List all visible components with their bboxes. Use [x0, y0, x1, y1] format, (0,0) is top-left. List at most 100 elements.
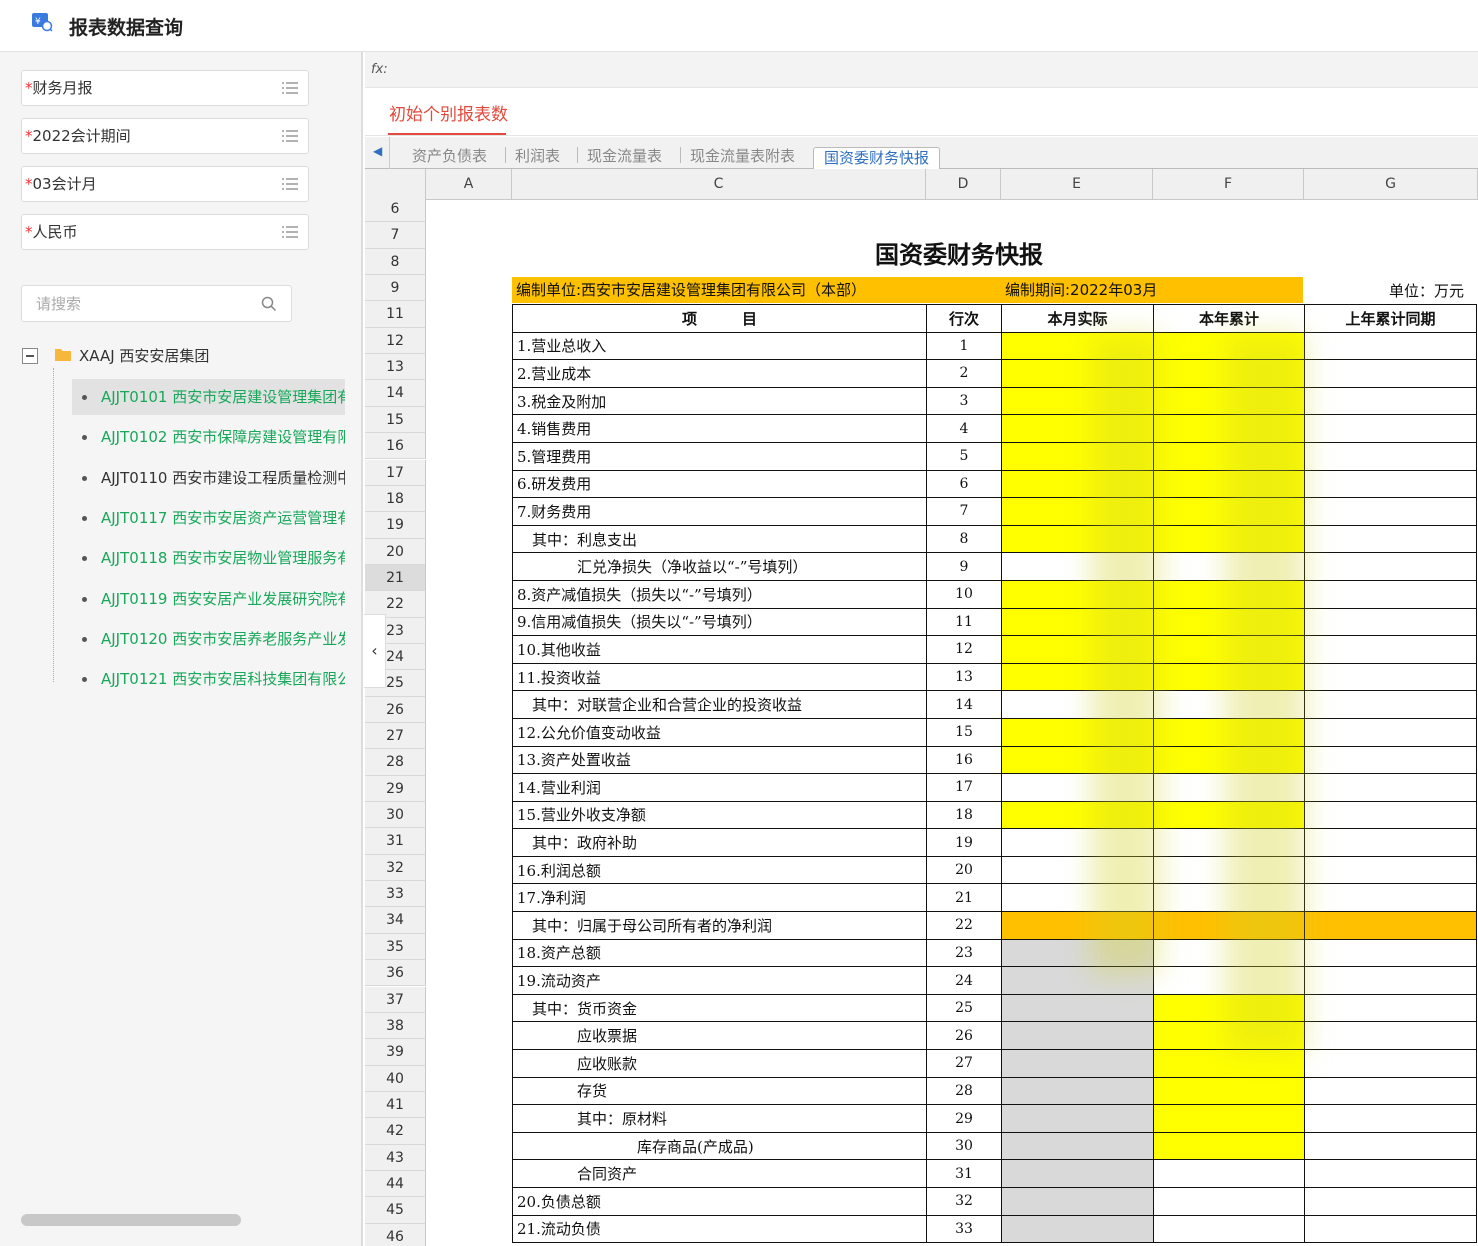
prior-ytd-cell[interactable]: [1304, 1214, 1477, 1244]
item-cell[interactable]: 20.负债总额: [512, 1187, 927, 1216]
item-cell[interactable]: 合同资产: [512, 1159, 927, 1188]
line-no-cell[interactable]: 3: [926, 386, 1002, 416]
item-cell[interactable]: 3.税金及附加: [512, 386, 927, 416]
item-cell[interactable]: 6.研发费用: [512, 469, 927, 499]
sheet-tab[interactable]: 资产负债表: [412, 145, 487, 166]
prior-ytd-cell[interactable]: [1304, 386, 1477, 416]
line-no-cell[interactable]: 31: [926, 1159, 1002, 1188]
column-header[interactable]: G: [1304, 169, 1478, 200]
line-no-cell[interactable]: 15: [926, 717, 1002, 747]
prior-ytd-cell[interactable]: [1304, 552, 1477, 581]
prior-ytd-cell[interactable]: [1304, 690, 1477, 719]
item-cell[interactable]: 库存商品(产成品): [512, 1131, 927, 1161]
current-month-cell[interactable]: [1001, 1049, 1154, 1078]
item-cell[interactable]: 21.流动负债: [512, 1214, 927, 1244]
column-header[interactable]: E: [1001, 169, 1153, 200]
formula-bar[interactable]: fx:: [365, 52, 1478, 88]
param-select[interactable]: *人民币: [21, 214, 309, 250]
line-no-cell[interactable]: 24: [926, 966, 1002, 995]
line-no-cell[interactable]: 11: [926, 607, 1002, 637]
current-month-cell[interactable]: [1001, 1187, 1154, 1216]
sheet-tab[interactable]: 现金流量表: [587, 145, 662, 166]
row-header[interactable]: 27: [365, 723, 426, 750]
row-header[interactable]: 44: [365, 1170, 426, 1198]
row-header[interactable]: 34: [365, 907, 426, 934]
line-no-cell[interactable]: 8: [926, 524, 1002, 554]
line-no-cell[interactable]: 7: [926, 497, 1002, 526]
row-header[interactable]: 39: [365, 1039, 426, 1066]
line-no-cell[interactable]: 29: [926, 1104, 1002, 1133]
line-no-cell[interactable]: 32: [926, 1187, 1002, 1216]
line-no-cell[interactable]: 1: [926, 331, 1002, 361]
row-header[interactable]: 45: [365, 1197, 426, 1224]
tree-item[interactable]: AJJT0102 西安市保障房建设管理有限公司: [72, 419, 345, 455]
tree-item[interactable]: AJJT0118 西安市安居物业管理服务有限公司: [72, 540, 345, 576]
item-cell[interactable]: 18.资产总额: [512, 938, 927, 968]
line-no-cell[interactable]: 28: [926, 1076, 1002, 1106]
row-header[interactable]: 16: [365, 433, 426, 460]
tree-item[interactable]: AJJT0117 西安市安居资产运营管理有限公司: [72, 500, 345, 536]
param-select[interactable]: *财务月报: [21, 70, 309, 106]
param-select[interactable]: *03会计月: [21, 166, 309, 202]
row-header[interactable]: 6: [365, 196, 426, 223]
item-cell[interactable]: 4.销售费用: [512, 414, 927, 443]
item-cell[interactable]: 应收票据: [512, 1021, 927, 1051]
row-header[interactable]: 8: [365, 248, 426, 276]
item-cell[interactable]: 其中：归属于母公司所有者的净利润: [512, 911, 927, 940]
search-icon[interactable]: [261, 296, 277, 312]
row-header[interactable]: 21: [365, 564, 426, 592]
prior-ytd-cell[interactable]: [1304, 883, 1477, 913]
prior-ytd-cell[interactable]: [1304, 1131, 1477, 1161]
list-icon[interactable]: [282, 178, 298, 190]
row-header[interactable]: 12: [365, 327, 426, 355]
list-icon[interactable]: [282, 130, 298, 142]
search-input[interactable]: [22, 286, 242, 321]
prior-ytd-cell[interactable]: [1304, 717, 1477, 747]
horizontal-scrollbar[interactable]: [21, 1214, 241, 1226]
line-no-cell[interactable]: 30: [926, 1131, 1002, 1161]
ytd-cell[interactable]: [1153, 1131, 1305, 1161]
line-no-cell[interactable]: 10: [926, 579, 1002, 609]
column-header[interactable]: F: [1153, 169, 1304, 200]
prior-ytd-cell[interactable]: [1304, 497, 1477, 526]
prior-ytd-cell[interactable]: [1304, 828, 1477, 857]
item-cell[interactable]: 应收账款: [512, 1049, 927, 1078]
line-no-cell[interactable]: 26: [926, 1021, 1002, 1051]
item-cell[interactable]: 1.营业总收入: [512, 331, 927, 361]
row-header[interactable]: 17: [365, 459, 426, 486]
search-box[interactable]: [21, 285, 292, 322]
line-no-cell[interactable]: 9: [926, 552, 1002, 581]
column-header[interactable]: A: [426, 169, 512, 200]
item-cell[interactable]: 14.营业利润: [512, 773, 927, 802]
current-month-cell[interactable]: [1001, 1159, 1154, 1188]
item-cell[interactable]: 17.净利润: [512, 883, 927, 913]
line-no-cell[interactable]: 14: [926, 690, 1002, 719]
prior-ytd-cell[interactable]: [1304, 800, 1477, 830]
line-no-cell[interactable]: 18: [926, 800, 1002, 830]
prior-ytd-cell[interactable]: [1304, 662, 1477, 692]
line-no-cell[interactable]: 13: [926, 662, 1002, 692]
prior-ytd-cell[interactable]: [1304, 745, 1477, 775]
row-header[interactable]: 38: [365, 1012, 426, 1040]
item-cell[interactable]: 16.利润总额: [512, 855, 927, 885]
prior-ytd-cell[interactable]: [1304, 331, 1477, 361]
line-no-cell[interactable]: 27: [926, 1049, 1002, 1078]
item-cell[interactable]: 其中：货币资金: [512, 993, 927, 1023]
ytd-cell[interactable]: [1153, 1187, 1305, 1216]
row-header[interactable]: 46: [365, 1223, 426, 1246]
prior-ytd-cell[interactable]: [1304, 773, 1477, 802]
prior-ytd-cell[interactable]: [1304, 579, 1477, 609]
current-month-cell[interactable]: [1001, 993, 1154, 1023]
collapse-icon[interactable]: [22, 348, 38, 364]
sheet-prev-icon[interactable]: ◀: [373, 144, 382, 158]
ytd-cell[interactable]: [1153, 1214, 1305, 1244]
prior-ytd-cell[interactable]: [1304, 359, 1477, 388]
ytd-cell[interactable]: [1153, 1159, 1305, 1188]
tree-item[interactable]: AJJT0101 西安市安居建设管理集团有限公司: [72, 379, 345, 415]
list-icon[interactable]: [282, 82, 298, 94]
item-cell[interactable]: 9.信用减值损失（损失以“-”号填列）: [512, 607, 927, 637]
prior-ytd-cell[interactable]: [1304, 635, 1477, 664]
line-no-cell[interactable]: 5: [926, 441, 1002, 471]
line-no-cell[interactable]: 16: [926, 745, 1002, 775]
tree-root[interactable]: XAAJ 西安安居集团: [22, 345, 352, 367]
